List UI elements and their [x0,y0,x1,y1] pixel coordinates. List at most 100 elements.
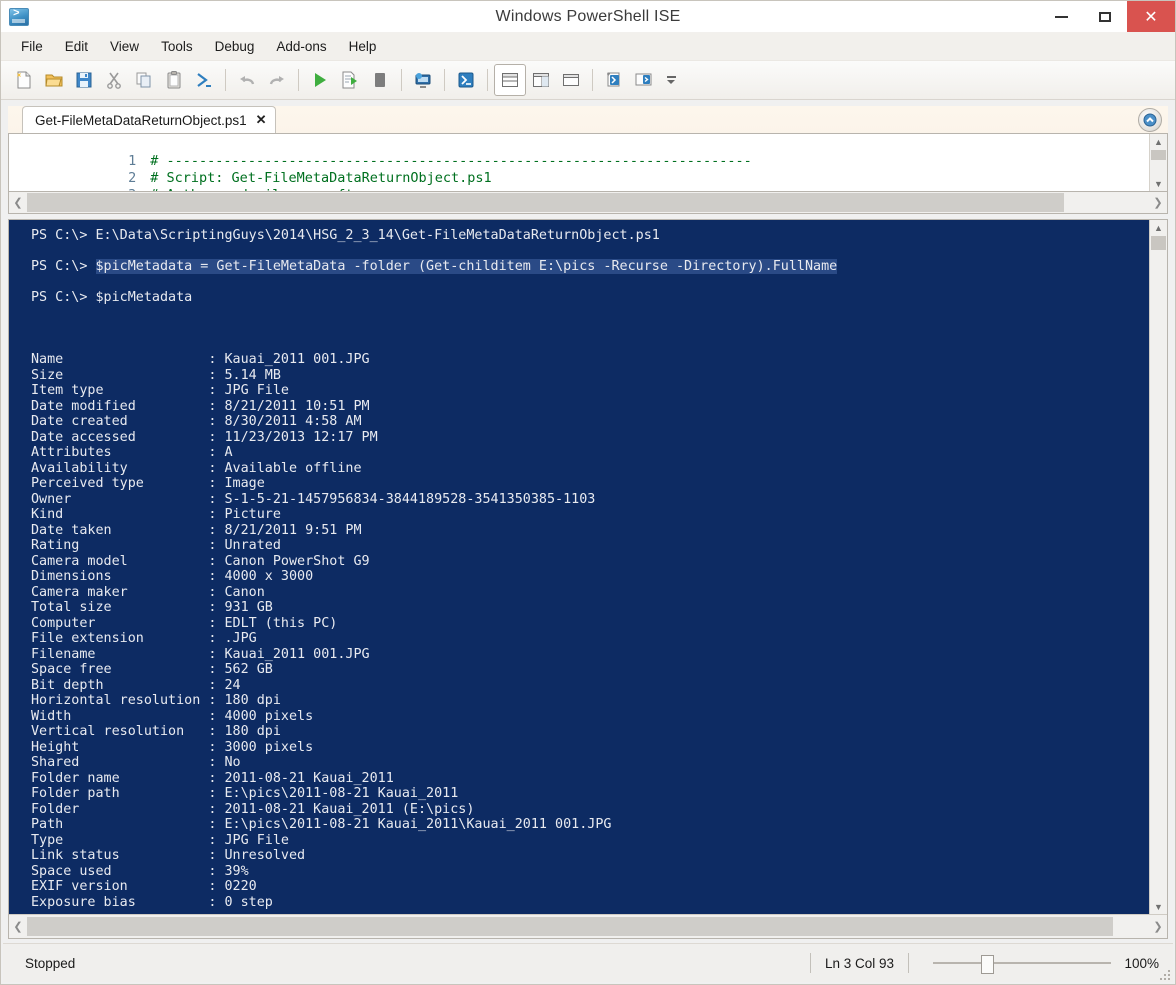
scroll-up-icon[interactable]: ▲ [1154,220,1163,235]
metadata-row: EXIF version : 0220 [31,879,1149,895]
scroll-left-icon[interactable]: ❮ [9,196,27,209]
metadata-row: Total size : 931 GB [31,600,1149,616]
metadata-separator: : [208,631,225,646]
scrollbar-track[interactable] [27,917,1149,936]
script-editor-text[interactable]: 1 # -------------------------------------… [9,134,1149,191]
metadata-separator: : [208,894,225,910]
console-horizontal-scrollbar[interactable]: ❮ ❯ [9,914,1167,938]
line-number: 2 [128,170,137,186]
scrollbar-thumb[interactable] [27,917,1113,936]
stop-operation-icon[interactable] [365,65,395,95]
new-file-icon[interactable] [9,65,39,95]
tab-get-filemetadatareturnobject[interactable]: Get-FileMetaDataReturnObject.ps1 ✕ [22,106,276,133]
undo-icon[interactable] [232,65,262,95]
metadata-key: Camera model [31,553,209,569]
status-separator [908,953,909,973]
metadata-row: Rating : Unrated [31,538,1149,554]
zoom-slider[interactable] [933,955,1111,974]
menu-item-help[interactable]: Help [339,36,387,57]
menu-item-debug[interactable]: Debug [205,36,265,57]
metadata-separator: : [208,414,225,429]
show-script-pane-maximized-icon[interactable] [556,65,586,95]
metadata-separator: : [208,662,225,677]
run-script-icon[interactable] [305,65,335,95]
resize-grip-icon[interactable] [1158,968,1170,980]
console-vertical-scrollbar[interactable]: ▲ ▼ [1149,220,1167,914]
metadata-row: Name : Kauai_2011 001.JPG [31,352,1149,368]
scroll-right-icon[interactable]: ❯ [1149,196,1167,209]
console-output[interactable]: PS C:\> E:\Data\ScriptingGuys\2014\HSG_2… [9,220,1149,914]
show-script-pane-right-icon[interactable] [526,65,556,95]
toolbar-overflow-icon[interactable] [663,76,679,84]
metadata-separator: : [208,770,225,786]
metadata-row: Dimensions : 4000 x 3000 [31,569,1149,585]
script-vertical-scrollbar[interactable]: ▲ ▼ [1149,134,1167,191]
metadata-row: Link status : Unresolved [31,848,1149,864]
toolbar-separator [444,69,445,91]
scrollbar-thumb[interactable] [1151,150,1166,160]
console-command-text: E:\Data\ScriptingGuys\2014\HSG_2_3_14\Ge… [95,228,660,243]
maximize-icon [1099,11,1111,22]
metadata-key: Height [31,739,209,755]
metadata-row: Date accessed : 11/23/2013 12:17 PM [31,430,1149,446]
close-icon[interactable]: ✕ [256,112,267,128]
save-icon[interactable] [69,65,99,95]
run-selection-icon[interactable] [335,65,365,95]
copy-icon[interactable] [129,65,159,95]
show-command-addon-icon[interactable] [451,65,481,95]
metadata-separator: : [208,367,225,383]
toolbar-separator [401,69,402,91]
metadata-separator: : [208,615,225,631]
scrollbar-thumb[interactable] [27,193,1064,212]
scroll-left-icon[interactable]: ❮ [9,920,27,933]
metadata-value: 180 dpi [224,724,281,739]
close-button[interactable]: ✕ [1127,1,1175,32]
metadata-row: Height : 3000 pixels [31,740,1149,756]
run-selection-powershell-icon[interactable] [189,65,219,95]
minimize-button[interactable] [1039,1,1083,32]
scroll-right-icon[interactable]: ❯ [1149,920,1167,933]
scrollbar-thumb[interactable] [1151,236,1166,250]
metadata-row: Owner : S-1-5-21-1457956834-3844189528-3… [31,492,1149,508]
menu-item-edit[interactable]: Edit [55,36,98,57]
menu-item-tools[interactable]: Tools [151,36,203,57]
cut-scissors-icon[interactable] [99,65,129,95]
start-powershell-icon[interactable] [629,65,659,95]
paste-clipboard-icon[interactable] [159,65,189,95]
console-prompt: PS C:\> [31,259,96,274]
metadata-value: 8/21/2011 9:51 PM [224,522,362,538]
console-prompt: PS C:\> [31,290,96,305]
scroll-up-icon[interactable]: ▲ [1154,134,1163,149]
zoom-slider-thumb[interactable] [981,955,994,974]
show-script-pane-top-icon[interactable] [494,64,526,96]
menu-item-addons[interactable]: Add-ons [266,36,336,57]
collapse-up-chevron-icon[interactable] [1138,108,1162,132]
metadata-value: 8/21/2011 10:51 PM [224,398,370,414]
script-editor[interactable]: 1 # -------------------------------------… [8,133,1168,192]
open-folder-icon[interactable] [39,65,69,95]
metadata-key: Space used [31,863,209,879]
script-horizontal-scrollbar[interactable]: ❮ ❯ [8,192,1168,214]
metadata-key: Date created [31,414,209,429]
metadata-row: Computer : EDLT (this PC) [31,616,1149,632]
menu-bar: File Edit View Tools Debug Add-ons Help [1,33,1175,61]
new-powershell-tab-icon[interactable] [599,65,629,95]
maximize-button[interactable] [1083,1,1127,32]
metadata-separator: : [208,848,225,863]
scrollbar-track[interactable] [27,193,1149,212]
scroll-down-icon[interactable]: ▼ [1154,899,1163,914]
toolbar [1,61,1175,100]
metadata-separator: : [208,460,225,476]
menu-item-file[interactable]: File [11,36,53,57]
metadata-key: Space free [31,662,209,677]
metadata-value: A [224,445,233,460]
metadata-separator: : [208,739,225,755]
metadata-value: E:\pics\2011-08-21 Kauai_2011 [224,786,459,801]
new-remote-powershell-tab-icon[interactable] [408,65,438,95]
scroll-down-icon[interactable]: ▼ [1154,176,1163,191]
metadata-separator: : [208,724,225,739]
menu-item-view[interactable]: View [100,36,149,57]
redo-icon[interactable] [262,65,292,95]
